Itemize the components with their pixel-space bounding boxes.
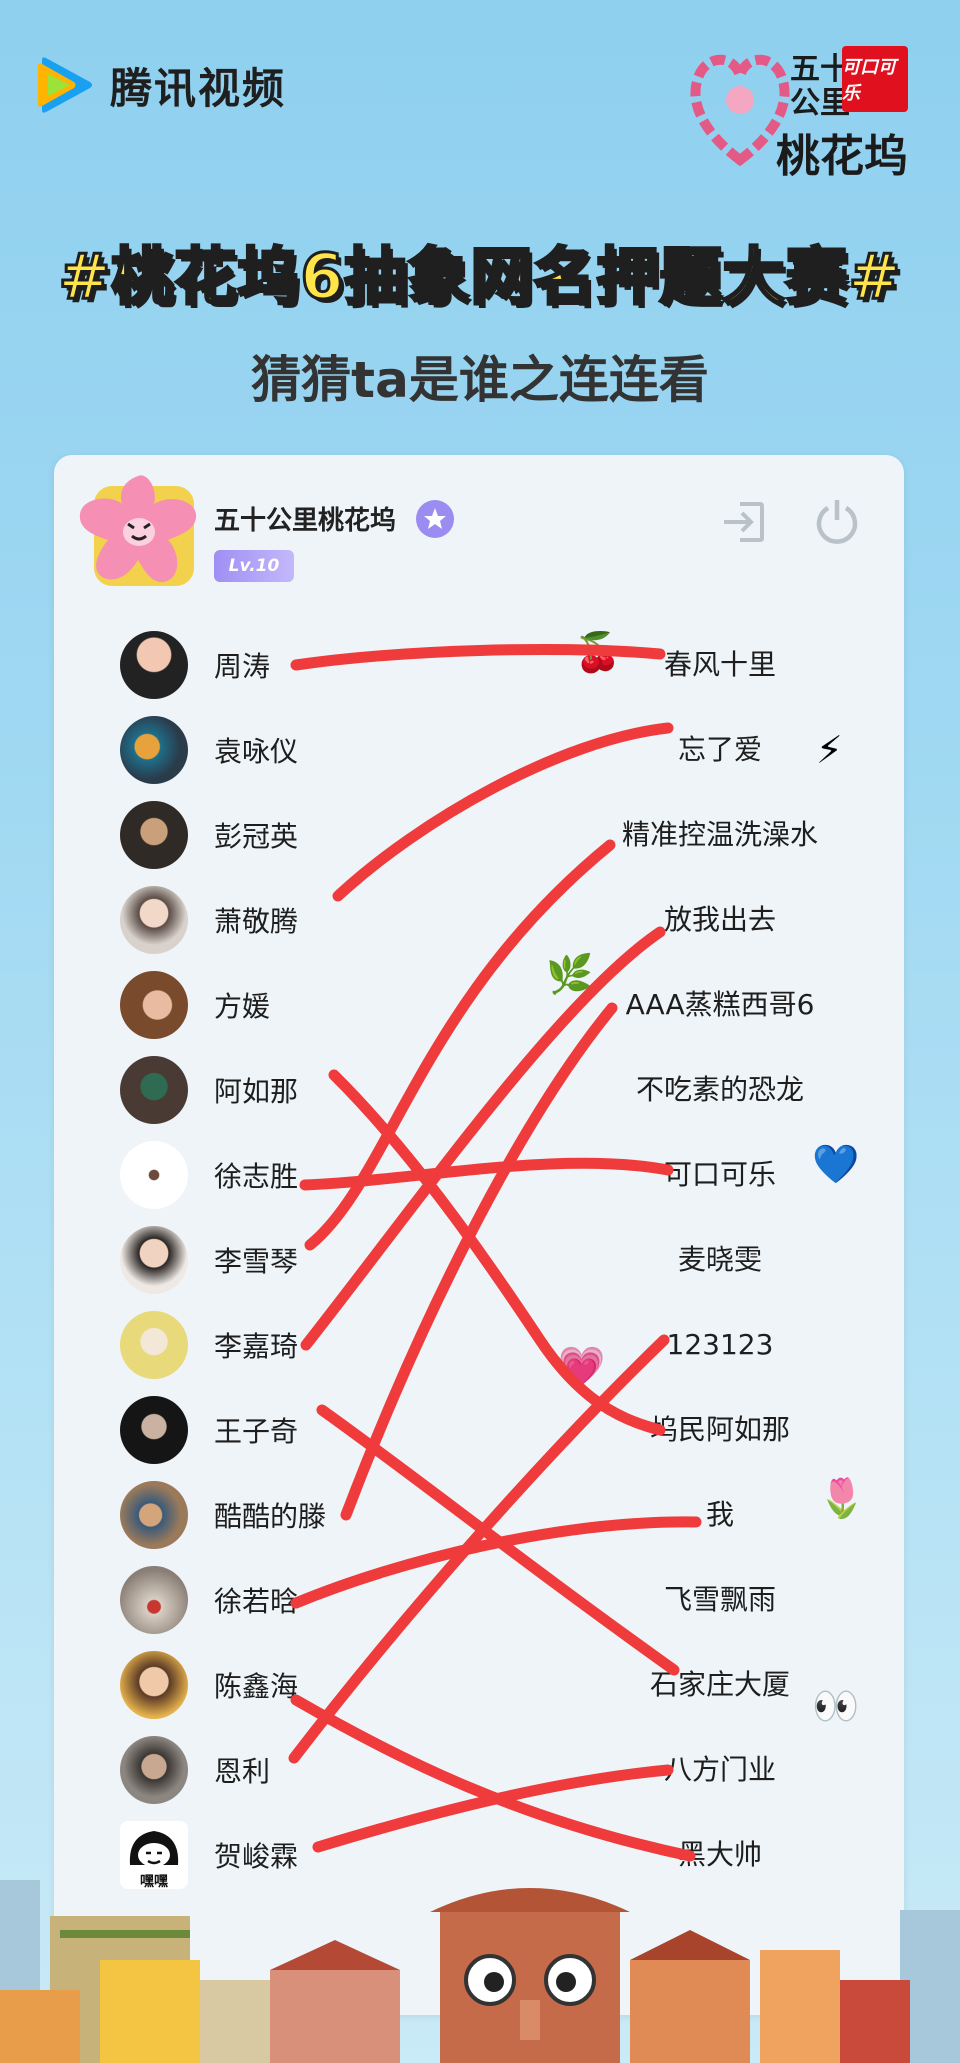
avatar (120, 1651, 188, 1719)
verified-badge-icon (416, 500, 454, 538)
left-name: 李嘉琦 (214, 1330, 299, 1363)
left-item[interactable]: 王子奇 (120, 1396, 298, 1464)
avatar (120, 1566, 188, 1634)
avatar (120, 1056, 188, 1124)
logo-line2: 公里 (790, 86, 850, 121)
cherry-icon: 🍒 (574, 630, 622, 674)
avatar (120, 801, 188, 869)
subline: 猜猜ta是谁之连连看 (251, 351, 709, 409)
left-item[interactable]: 阿如那 (120, 1056, 298, 1124)
right-item[interactable]: 麦晓雯 (560, 1226, 880, 1294)
avatar (120, 1311, 188, 1379)
avatar (120, 971, 188, 1039)
play-logo-icon (38, 57, 92, 113)
tencent-video-logo: 腾讯视频 (34, 54, 286, 116)
level-badge: Lv.10 (214, 550, 294, 582)
left-item[interactable]: 彭冠英 (120, 801, 298, 869)
avatar (120, 1226, 188, 1294)
left-name: 恩利 (214, 1755, 271, 1788)
left-name: 贺峻霖 (214, 1840, 299, 1873)
left-item[interactable]: 陈鑫海 (120, 1651, 298, 1719)
right-item[interactable]: 放我出去 (560, 886, 880, 954)
right-item[interactable]: 精准控温洗澡水 (560, 801, 880, 869)
left-item[interactable]: 萧敬腾 (120, 886, 298, 954)
left-item[interactable]: 李嘉琦 (120, 1311, 298, 1379)
left-item[interactable]: 李雪琴 (120, 1226, 298, 1294)
eyes-icon: 👀 (812, 1684, 860, 1728)
pink-heart-icon: 💗 (558, 1344, 606, 1388)
heart-logo-icon (690, 54, 790, 167)
brand-name: 腾讯视频 (110, 63, 287, 113)
right-item[interactable]: 飞雪飘雨 (560, 1566, 880, 1634)
right-item[interactable]: 坞民阿如那 (560, 1396, 880, 1464)
right-item[interactable]: 123123 (560, 1311, 880, 1379)
avatar (120, 1396, 188, 1464)
tulip-icon: 🌷 (818, 1476, 866, 1520)
right-item[interactable]: 八方门业 (560, 1736, 880, 1804)
blue-heart-icon: 💙 (812, 1142, 860, 1186)
left-item[interactable]: 袁咏仪 (120, 716, 298, 784)
left-name: 徐若晗 (214, 1585, 299, 1618)
profile-avatar[interactable] (76, 470, 206, 590)
leaf-icon: 🌿 (546, 952, 594, 996)
logo-line3: 桃花坞 (776, 131, 908, 182)
left-item[interactable]: 徐若晗 (120, 1566, 298, 1634)
profile-name: 五十公里桃花坞 (214, 506, 397, 536)
right-item[interactable]: AAA蒸糕西哥6 (560, 971, 880, 1039)
town-illustration (0, 1880, 960, 2063)
left-name: 袁咏仪 (214, 735, 299, 768)
left-name: 王子奇 (214, 1415, 299, 1448)
left-name: 萧敬腾 (214, 905, 299, 938)
login-icon[interactable] (720, 498, 768, 546)
left-name: 陈鑫海 (214, 1670, 299, 1703)
left-name: 周涛 (214, 650, 271, 683)
avatar (120, 1481, 188, 1549)
avatar (120, 886, 188, 954)
left-name: 李雪琴 (214, 1245, 299, 1278)
lightning-icon: ⚡ (816, 728, 843, 772)
left-name: 阿如那 (214, 1075, 299, 1108)
show-logo: 五十 公里 桃花坞 可口可乐 (690, 40, 930, 182)
avatar (120, 716, 188, 784)
right-item[interactable]: 不吃素的恐龙 (560, 1056, 880, 1124)
left-item[interactable]: 方媛 (120, 971, 270, 1039)
left-item[interactable]: 恩利 (120, 1736, 270, 1804)
headline: #桃花坞6抽象网名押题大赛# (57, 239, 902, 315)
left-item[interactable]: 酷酷的滕 (120, 1481, 326, 1549)
left-name: 彭冠英 (214, 820, 299, 853)
avatar (120, 631, 188, 699)
power-icon[interactable] (812, 496, 862, 546)
sponsor-badge: 可口可乐 (842, 46, 908, 112)
left-name: 酷酷的滕 (214, 1500, 327, 1533)
left-name: 方媛 (214, 990, 271, 1023)
left-name: 徐志胜 (214, 1160, 299, 1193)
left-item[interactable]: 周涛 (120, 631, 270, 699)
avatar (120, 1736, 188, 1804)
avatar (120, 1141, 188, 1209)
left-item[interactable]: 徐志胜 (120, 1141, 298, 1209)
